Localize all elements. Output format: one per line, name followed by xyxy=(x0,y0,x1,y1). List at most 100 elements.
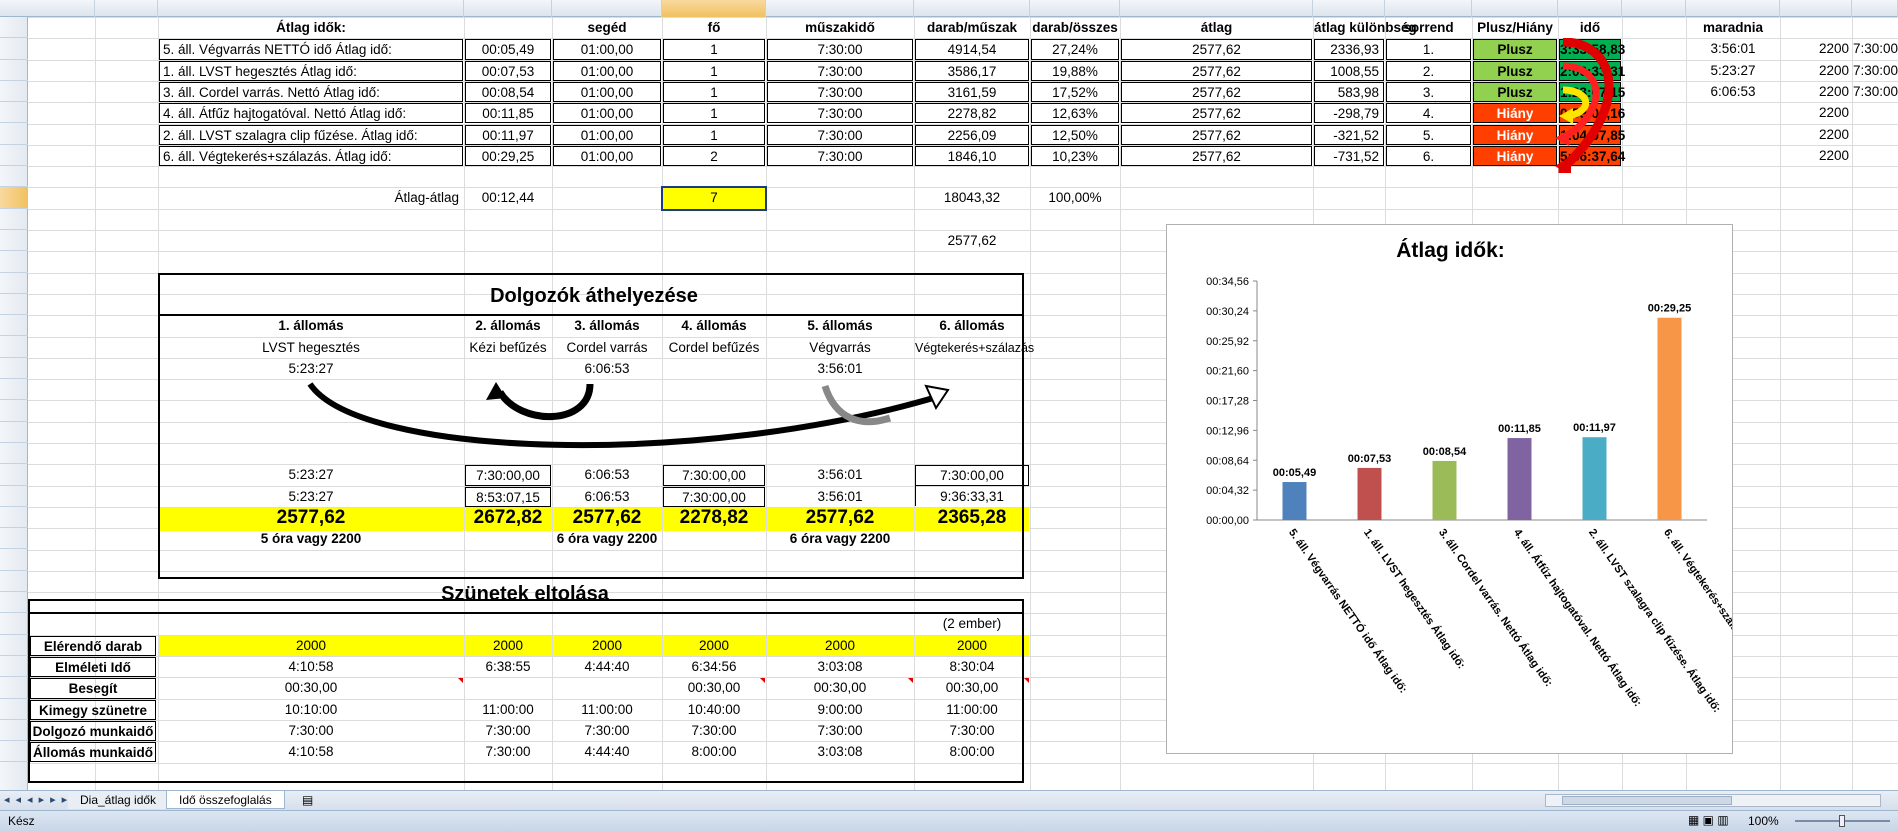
header-maradnia[interactable]: maradnia xyxy=(1687,18,1779,38)
row-header-5[interactable] xyxy=(0,81,28,103)
row-header-32[interactable] xyxy=(0,656,28,678)
station-header[interactable]: 4. állomás xyxy=(663,316,765,336)
header-atlag-idok[interactable]: Átlag idők: xyxy=(159,18,463,38)
szunetek-value[interactable]: 7:30:00 xyxy=(465,721,551,741)
cell-label[interactable]: 2. áll. LVST szalagra clip fűzése. Átlag… xyxy=(159,124,463,145)
cell-p[interactable] xyxy=(1687,125,1779,145)
szunetek-value[interactable]: 4:44:40 xyxy=(553,742,661,762)
szunetek-value[interactable]: 8:00:00 xyxy=(915,742,1029,762)
cell-plusz-hiany[interactable]: Plusz xyxy=(1473,39,1557,60)
station-header[interactable]: 1. állomás xyxy=(159,316,463,336)
cell-d[interactable]: 00:08,54 xyxy=(465,81,551,103)
header-seged[interactable]: segéd xyxy=(553,18,661,38)
station-row24[interactable]: 6:06:53 xyxy=(553,487,661,507)
station-row23[interactable]: 6:06:53 xyxy=(553,465,661,485)
cell-q[interactable]: 2200 xyxy=(1781,146,1851,166)
header-atlag[interactable]: átlag xyxy=(1121,18,1312,38)
row-header-12[interactable] xyxy=(0,230,28,252)
view-buttons[interactable]: ▦ ▣ ▥ xyxy=(1688,813,1729,827)
cell-sorrend[interactable]: 6. xyxy=(1386,145,1471,167)
cell-j[interactable]: 2577,62 xyxy=(1121,145,1312,167)
station-row18[interactable]: 3:56:01 xyxy=(767,359,913,379)
szunetek-row-label[interactable]: Állomás munkaidő xyxy=(30,742,156,763)
tab-ido-osszefoglalas[interactable]: Idő összefoglalás xyxy=(166,791,285,809)
cell-g[interactable]: 7:30:00 xyxy=(767,103,913,124)
szunetek-value[interactable]: 7:30:00 xyxy=(663,721,765,741)
station-row25[interactable]: 2577,62 xyxy=(159,507,463,532)
cell-label[interactable]: 4. áll. Átfűz hajtogatóval. Nettó Átlag … xyxy=(159,103,463,124)
station-row25[interactable]: 2365,28 xyxy=(915,507,1029,532)
szunetek-value[interactable]: 4:10:58 xyxy=(159,742,463,762)
row-header-30[interactable] xyxy=(0,613,28,635)
row-header-21[interactable] xyxy=(0,422,28,443)
cell-h[interactable]: 1846,10 xyxy=(915,145,1029,167)
row-header-9[interactable] xyxy=(0,166,28,188)
row-header-24[interactable] xyxy=(0,486,28,507)
cell-plusz-hiany[interactable]: Hiány xyxy=(1473,145,1557,167)
bar-3[interactable] xyxy=(1432,460,1457,520)
column-header-h[interactable] xyxy=(914,0,1030,17)
cell-e[interactable]: 01:00,00 xyxy=(553,103,661,124)
cell-g[interactable]: 7:30:00 xyxy=(767,145,913,167)
header-muszakido[interactable]: műszakidő xyxy=(767,18,913,38)
column-header-f[interactable] xyxy=(662,0,766,17)
station-row23[interactable]: 5:23:27 xyxy=(159,465,463,485)
cell-k[interactable]: 1008,55 xyxy=(1314,60,1384,81)
cell-f[interactable]: 1 xyxy=(663,103,765,124)
row-header-3[interactable] xyxy=(0,38,28,60)
station-row18[interactable]: 6:06:53 xyxy=(553,359,661,379)
comment-marker-icon[interactable] xyxy=(458,678,463,684)
row-header-14[interactable] xyxy=(0,273,28,294)
station-header[interactable]: 3. állomás xyxy=(553,316,661,336)
cell-i[interactable]: 12,63% xyxy=(1031,103,1119,124)
szunetek-value[interactable]: 6:34:56 xyxy=(663,657,765,677)
szunetek-value[interactable]: 2000 xyxy=(915,635,1029,656)
row-header-33[interactable] xyxy=(0,677,28,699)
zoom-level[interactable]: 100% xyxy=(1748,814,1779,828)
cell-plusz-hiany[interactable]: Plusz xyxy=(1473,60,1557,81)
column-header-a[interactable] xyxy=(28,0,95,17)
szunetek-row-label[interactable]: Elérendő darab xyxy=(30,635,156,656)
row-header-36[interactable] xyxy=(0,741,28,763)
szunetek-value[interactable]: 4:10:58 xyxy=(159,657,463,677)
station-name[interactable]: Kézi befűzés xyxy=(465,338,551,358)
column-header-m[interactable] xyxy=(1472,0,1558,17)
cell-sorrend[interactable]: 2. xyxy=(1386,60,1471,81)
row-header-17[interactable] xyxy=(0,337,28,358)
station-row26[interactable]: 5 óra vagy 2200 xyxy=(159,529,463,549)
cell-p[interactable] xyxy=(1687,146,1779,166)
cell-e[interactable]: 01:00,00 xyxy=(553,124,661,145)
column-header-o[interactable] xyxy=(1622,0,1686,17)
row-header-31[interactable] xyxy=(0,635,28,656)
szunetek-value[interactable] xyxy=(553,678,661,698)
cell-label[interactable]: 3. áll. Cordel varrás. Nettó Átlag idő: xyxy=(159,81,463,103)
cell-r[interactable] xyxy=(1853,125,1897,145)
cell-k[interactable]: -298,79 xyxy=(1314,103,1384,124)
szunetek-value[interactable]: 4:44:40 xyxy=(553,657,661,677)
cell-q[interactable]: 2200 xyxy=(1781,125,1851,145)
column-header-b[interactable] xyxy=(95,0,158,17)
station-name[interactable]: Végvarrás xyxy=(767,338,913,358)
szunetek-value[interactable]: 11:00:00 xyxy=(915,700,1029,720)
cell-k[interactable]: -321,52 xyxy=(1314,124,1384,145)
cell-g[interactable]: 7:30:00 xyxy=(767,81,913,103)
row-header-23[interactable] xyxy=(0,464,28,486)
row-header-28[interactable] xyxy=(0,571,28,593)
tab-nav-buttons[interactable]: ◂◂◂▸▸▸ xyxy=(4,793,73,806)
cell-k[interactable]: 2336,93 xyxy=(1314,39,1384,60)
column-header-n[interactable] xyxy=(1558,0,1622,17)
atlag-atlag-h[interactable]: 18043,32 xyxy=(915,188,1029,208)
atlag-atlag-d[interactable]: 00:12,44 xyxy=(465,188,551,208)
station-row18[interactable] xyxy=(663,359,765,379)
cell-i[interactable]: 10,23% xyxy=(1031,145,1119,167)
row-header-6[interactable] xyxy=(0,102,28,124)
station-header[interactable]: 2. állomás xyxy=(465,316,551,336)
atlag-atlag-f[interactable]: 7 xyxy=(661,186,767,211)
szunetek-value[interactable]: 2000 xyxy=(159,635,463,656)
szunetek-value[interactable]: 8:30:04 xyxy=(915,657,1029,677)
szunetek-value[interactable]: 00:30,00 xyxy=(915,678,1029,698)
szunetek-value[interactable]: 2000 xyxy=(767,635,913,656)
bar-5[interactable] xyxy=(1582,437,1607,520)
cell-d[interactable]: 00:29,25 xyxy=(465,145,551,167)
cell-i[interactable]: 19,88% xyxy=(1031,60,1119,81)
